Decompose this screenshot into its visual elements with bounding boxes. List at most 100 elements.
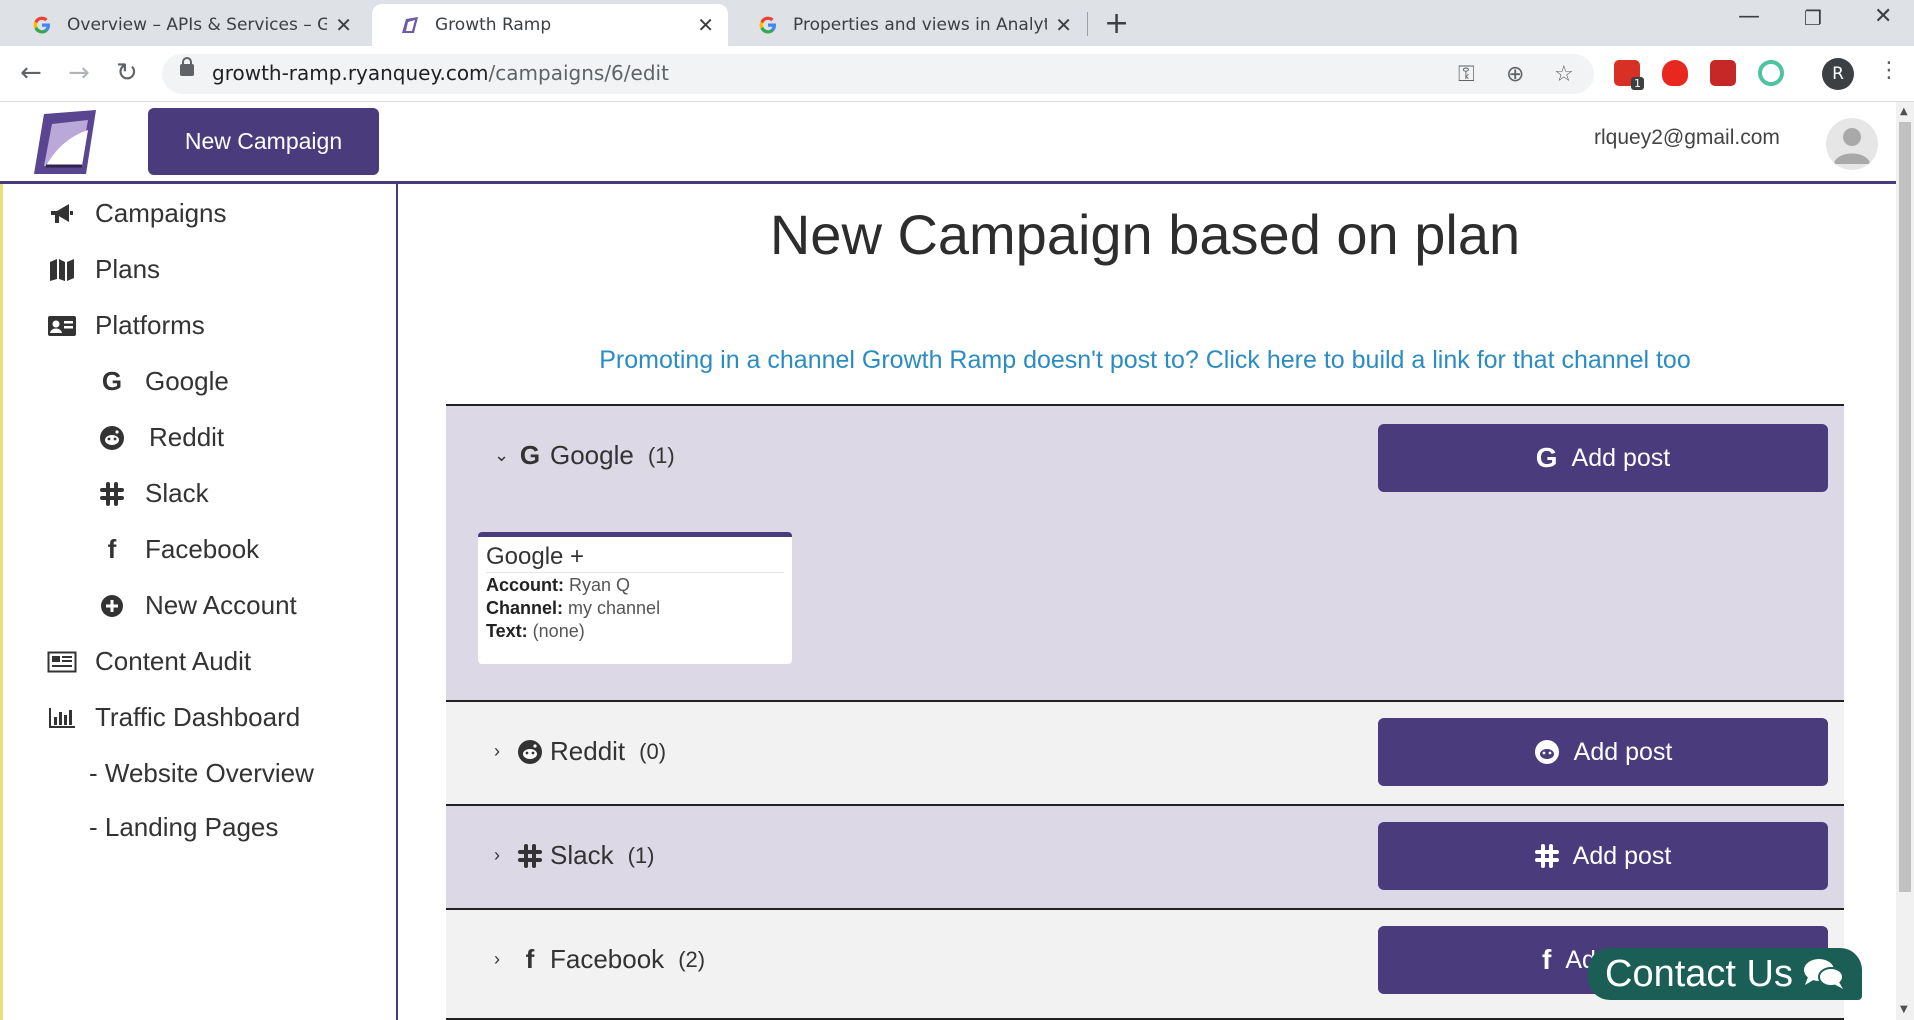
- google-icon: G: [1535, 442, 1558, 473]
- sidebar-item-slack[interactable]: Slack: [97, 478, 209, 509]
- google-favicon-icon: [758, 15, 778, 35]
- add-post-label: Add post: [1571, 443, 1671, 472]
- platform-header-google[interactable]: ⌄ G Google (1): [494, 440, 675, 471]
- page-scrollbar[interactable]: ▲ ▼: [1896, 102, 1914, 1020]
- tab-title: Growth Ramp: [435, 15, 552, 35]
- reddit-icon: [97, 425, 127, 451]
- map-icon: [47, 258, 77, 282]
- browser-toolbar: ← → ↻ growth-ramp.ryanquey.com/campaigns…: [0, 46, 1914, 102]
- text-value: (none): [527, 621, 585, 641]
- post-card-text: Text: (none): [486, 621, 784, 642]
- lock-icon: [180, 57, 194, 76]
- sidebar-item-reddit[interactable]: Reddit: [97, 422, 224, 453]
- minimize-icon[interactable]: —: [1738, 4, 1760, 29]
- zoom-icon[interactable]: ⊕: [1506, 62, 1524, 87]
- sidebar-item-campaigns[interactable]: Campaigns: [47, 198, 227, 229]
- close-tab-icon[interactable]: ✕: [335, 13, 352, 37]
- text-label: Text:: [486, 621, 528, 641]
- platform-header-slack[interactable]: › Slack (1): [494, 840, 654, 871]
- chevron-down-icon: ⌄: [494, 445, 510, 465]
- url-host: growth-ramp.ryanquey.com: [212, 61, 489, 85]
- react-extension-icon[interactable]: [1710, 60, 1736, 86]
- back-icon[interactable]: ←: [20, 58, 42, 88]
- url-path: /campaigns/6/edit: [488, 61, 669, 85]
- sidebar-item-google[interactable]: G Google: [97, 366, 229, 397]
- sidebar-item-plans[interactable]: Plans: [47, 254, 160, 285]
- platform-count: (0): [639, 738, 667, 764]
- platform-section-reddit: › Reddit (0) Add post: [446, 700, 1844, 804]
- tab-apis-services[interactable]: Overview – APIs & Services – Gro ✕: [4, 4, 366, 46]
- growth-ramp-logo[interactable]: [32, 108, 98, 176]
- add-post-button-slack[interactable]: Add post: [1378, 822, 1828, 890]
- close-tab-icon[interactable]: ✕: [1055, 13, 1072, 37]
- window-close-icon[interactable]: ✕: [1874, 4, 1892, 29]
- add-post-button-reddit[interactable]: Add post: [1378, 718, 1828, 786]
- reload-icon[interactable]: ↻: [116, 58, 138, 88]
- sidebar-item-landing-pages[interactable]: - Landing Pages: [89, 812, 278, 843]
- sidebar-item-label: Reddit: [149, 422, 225, 452]
- extension-badge-icon[interactable]: 1: [1614, 60, 1644, 90]
- sidebar-item-content-audit[interactable]: Content Audit: [47, 646, 251, 677]
- sidebar-item-label: - Website Overview: [89, 758, 314, 788]
- post-card-title: Google +: [486, 543, 784, 573]
- bookmark-star-icon[interactable]: ☆: [1554, 62, 1574, 87]
- new-campaign-button[interactable]: New Campaign: [148, 108, 379, 175]
- slack-icon: [1534, 844, 1559, 868]
- sidebar-item-platforms[interactable]: Platforms: [47, 310, 205, 341]
- add-post-button-google[interactable]: G Add post: [1378, 424, 1828, 492]
- build-channel-link[interactable]: Promoting in a channel Growth Ramp doesn…: [446, 346, 1844, 375]
- sidebar-item-label: - Landing Pages: [89, 812, 279, 842]
- tab-separator: [1087, 12, 1088, 36]
- post-card-channel: Channel: my channel: [486, 598, 784, 619]
- platform-name: Slack: [550, 840, 614, 870]
- platform-header-reddit[interactable]: › Reddit (0): [494, 736, 666, 767]
- forward-icon[interactable]: →: [68, 58, 90, 88]
- sidebar: Campaigns Plans Platforms G Google Reddi…: [0, 184, 398, 1020]
- id-card-icon: [47, 315, 77, 337]
- extension-badge-count: 1: [1631, 77, 1644, 90]
- contact-us-button[interactable]: Contact Us: [1588, 948, 1862, 1000]
- platform-count: (1): [627, 842, 655, 868]
- browser-menu-icon[interactable]: ⋮: [1878, 58, 1900, 83]
- facebook-icon: f: [107, 534, 117, 564]
- slack-icon: [516, 843, 544, 868]
- google-icon: G: [101, 366, 123, 396]
- sidebar-item-website-overview[interactable]: - Website Overview: [89, 758, 314, 789]
- channel-label: Channel:: [486, 598, 564, 618]
- scrollbar-thumb[interactable]: [1899, 122, 1911, 892]
- new-tab-icon[interactable]: +: [1104, 6, 1129, 41]
- sidebar-item-label: Slack: [145, 478, 209, 508]
- user-email[interactable]: rlquey2@gmail.com: [1594, 126, 1780, 150]
- target-extension-icon[interactable]: [1758, 60, 1784, 86]
- add-post-label: Add post: [1572, 841, 1672, 870]
- chevron-right-icon: ›: [494, 741, 500, 761]
- sidebar-item-label: Facebook: [145, 534, 260, 564]
- chat-bubbles-icon: [1803, 957, 1845, 991]
- google-icon: G: [519, 440, 541, 470]
- tab-analytics-properties[interactable]: Properties and views in Analytics ✕: [730, 4, 1086, 46]
- key-icon[interactable]: ⚿: [1458, 62, 1475, 87]
- post-card[interactable]: Google + Account: Ryan Q Channel: my cha…: [478, 532, 792, 664]
- app-header: New Campaign rlquey2@gmail.com: [0, 102, 1896, 184]
- page-title: New Campaign based on plan: [769, 203, 1521, 266]
- close-tab-icon[interactable]: ✕: [697, 13, 714, 37]
- scroll-down-icon[interactable]: ▼: [1900, 1004, 1908, 1015]
- sidebar-item-traffic-dashboard[interactable]: Traffic Dashboard: [47, 702, 300, 733]
- sidebar-item-new-account[interactable]: New Account: [97, 590, 297, 621]
- sidebar-item-facebook[interactable]: f Facebook: [97, 534, 260, 565]
- tab-growth-ramp[interactable]: Growth Ramp ✕: [372, 4, 728, 46]
- growth-ramp-favicon-icon: [400, 15, 420, 35]
- tab-title: Overview – APIs & Services – Gro: [67, 15, 328, 35]
- url-text: growth-ramp.ryanquey.com/campaigns/6/edi…: [212, 61, 669, 85]
- address-bar[interactable]: growth-ramp.ryanquey.com/campaigns/6/edi…: [162, 54, 1594, 94]
- profile-avatar[interactable]: R: [1822, 58, 1854, 90]
- scroll-up-icon[interactable]: ▲: [1900, 106, 1908, 117]
- platform-header-facebook[interactable]: › f Facebook (2): [494, 944, 705, 975]
- page: New Campaign rlquey2@gmail.com Campaigns…: [0, 102, 1896, 1020]
- user-avatar-icon[interactable]: [1826, 118, 1878, 170]
- chevron-right-icon: ›: [494, 845, 500, 865]
- adblock-extension-icon[interactable]: [1662, 60, 1688, 86]
- reddit-icon: [516, 739, 544, 765]
- platform-name: Facebook: [550, 944, 665, 974]
- restore-icon[interactable]: ❐: [1804, 6, 1822, 30]
